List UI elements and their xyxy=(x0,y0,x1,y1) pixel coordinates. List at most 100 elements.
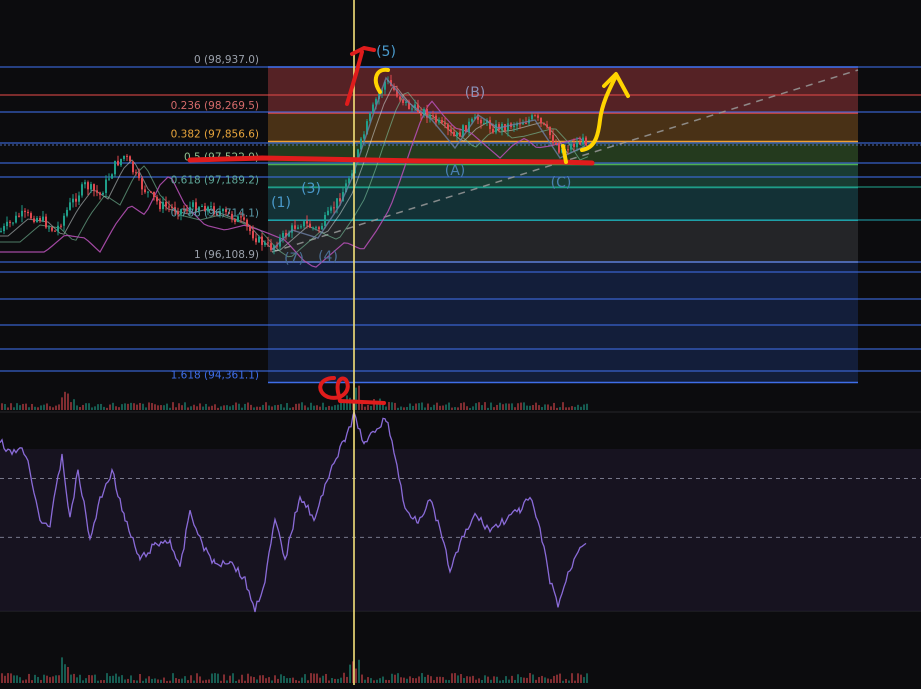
volume-bar-bottom xyxy=(577,673,579,683)
volume-bar-bottom xyxy=(103,680,105,683)
volume-bar-bottom xyxy=(133,680,135,683)
candle-body xyxy=(324,215,326,226)
volume-bar-bottom xyxy=(451,673,453,683)
volume-bar xyxy=(37,407,39,410)
candle-body xyxy=(459,132,461,137)
volume-bar-bottom xyxy=(475,679,477,683)
volume-bar-bottom xyxy=(136,680,138,683)
volume-bar-bottom xyxy=(478,678,480,683)
volume-bar-bottom xyxy=(460,674,462,683)
volume-bar xyxy=(79,406,81,410)
candle-body xyxy=(234,219,236,223)
volume-bar-bottom xyxy=(337,678,339,683)
candle-body xyxy=(36,218,38,222)
volume-bar xyxy=(568,407,570,410)
volume-bar-bottom xyxy=(169,680,171,683)
candle-body xyxy=(78,195,80,202)
candle-body xyxy=(21,210,23,217)
candle-body xyxy=(294,225,296,229)
candle-body xyxy=(303,221,305,227)
candle-body xyxy=(450,129,452,132)
candle-body xyxy=(27,211,29,214)
volume-bar-bottom xyxy=(364,679,366,683)
fib-label-0: 0 (98,937.0) xyxy=(194,54,259,66)
volume-bar-bottom xyxy=(313,673,315,683)
candle-body xyxy=(63,215,65,226)
volume-bar-bottom xyxy=(553,675,555,683)
volume-bar-bottom xyxy=(529,673,531,683)
volume-bar-bottom xyxy=(127,678,129,683)
volume-bar xyxy=(25,403,27,410)
volume-bar xyxy=(424,407,426,410)
candle-body xyxy=(12,222,14,224)
volume-bar-bottom xyxy=(286,678,288,683)
volume-bar xyxy=(7,407,9,410)
candle-body xyxy=(321,225,323,230)
volume-bar xyxy=(154,404,156,410)
volume-bar-bottom xyxy=(250,676,252,683)
volume-bar xyxy=(22,403,24,410)
candle-body xyxy=(432,115,434,117)
volume-bar xyxy=(49,406,51,410)
candle-body xyxy=(444,122,446,125)
candle-body xyxy=(66,209,68,216)
candle-body xyxy=(333,207,335,209)
volume-bar-bottom xyxy=(502,680,504,683)
candle-body xyxy=(81,184,83,196)
volume-bar-bottom xyxy=(277,678,279,683)
volume-bar-bottom xyxy=(256,679,258,683)
volume-bar-bottom xyxy=(181,678,183,683)
chart-svg[interactable]: 0 (98,937.0) 0.236 (98,269.5) 0.382 (97,85… xyxy=(0,0,921,685)
volume-bar-bottom xyxy=(109,676,111,683)
volume-bar-bottom xyxy=(64,664,66,683)
volume-bar xyxy=(202,406,204,410)
volume-bar-bottom xyxy=(514,679,516,683)
volume-bar-bottom xyxy=(583,677,585,683)
volume-bar xyxy=(340,402,342,410)
volume-bar-bottom xyxy=(367,677,369,683)
volume-bar xyxy=(262,404,264,410)
volume-bar xyxy=(334,405,336,410)
candle-body xyxy=(537,115,539,118)
volume-bar xyxy=(139,402,141,410)
volume-bar-bottom xyxy=(382,676,384,683)
candle-body xyxy=(165,201,167,207)
candle-body xyxy=(135,172,137,174)
volume-bar-bottom xyxy=(415,678,417,683)
candle-body xyxy=(24,210,26,212)
candle-body xyxy=(153,191,155,198)
volume-bar xyxy=(232,405,234,410)
volume-bar xyxy=(211,405,213,410)
volume-bar-bottom xyxy=(10,673,12,683)
volume-bar xyxy=(577,404,579,410)
volume-bar-bottom xyxy=(361,674,363,683)
volume-bar xyxy=(490,402,492,410)
volume-bar-bottom xyxy=(304,674,306,683)
volume-bar-bottom xyxy=(457,675,459,683)
volume-bar-bottom xyxy=(52,676,54,683)
volume-bar-bottom xyxy=(253,677,255,683)
volume-bar-bottom xyxy=(385,679,387,683)
chart-canvas[interactable]: 0 (98,937.0) 0.236 (98,269.5) 0.382 (97,85… xyxy=(0,0,921,685)
candle-body xyxy=(39,218,41,221)
volume-bar xyxy=(223,405,225,410)
volume-bar xyxy=(43,404,45,410)
volume-bar-bottom xyxy=(148,676,150,683)
candle-body xyxy=(129,156,131,162)
volume-bar xyxy=(244,403,246,410)
volume-bar-bottom xyxy=(196,673,198,683)
volume-bar-bottom xyxy=(229,675,231,683)
candle-body xyxy=(300,226,302,228)
volume-bar xyxy=(31,403,33,410)
volume-bar-bottom xyxy=(163,677,165,683)
candle-body xyxy=(399,96,401,100)
wave-label-3: (4) xyxy=(318,249,338,265)
volume-bar-bottom xyxy=(316,673,318,683)
volume-bar xyxy=(493,407,495,410)
volume-bar xyxy=(241,407,243,410)
candle-body xyxy=(123,155,125,159)
volume-bar-bottom xyxy=(568,680,570,683)
candle-body xyxy=(0,231,2,233)
candle-body xyxy=(483,122,485,124)
volume-bar-bottom xyxy=(151,678,153,683)
